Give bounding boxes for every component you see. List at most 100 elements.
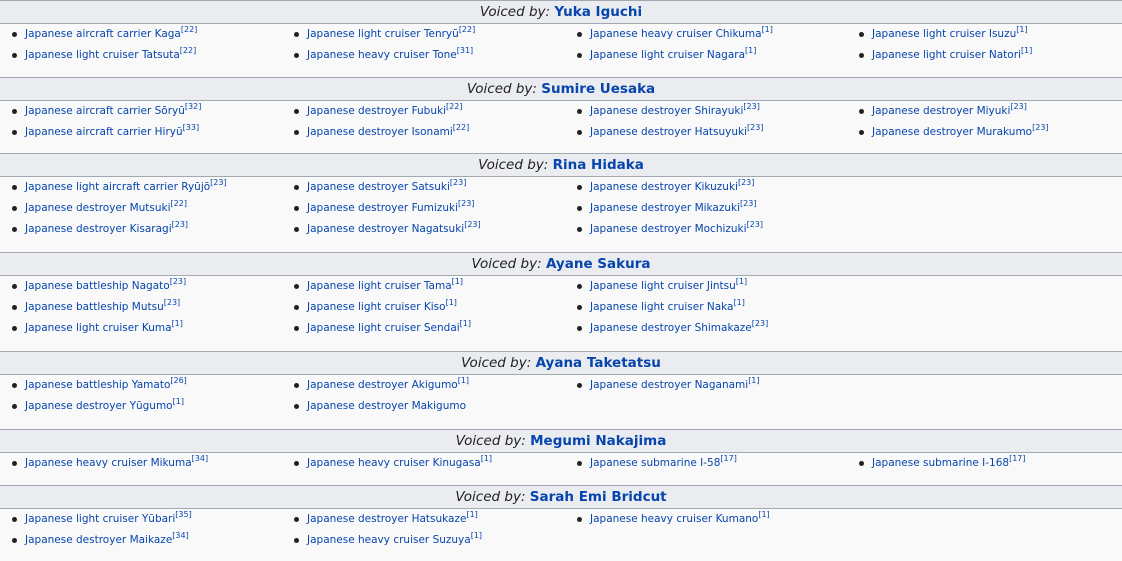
- ship-link[interactable]: Japanese destroyer Yūgumo: [25, 400, 173, 412]
- citation-link[interactable]: [23]: [458, 199, 474, 208]
- citation-link[interactable]: [22]: [181, 25, 197, 34]
- citation-link[interactable]: [23]: [747, 123, 763, 132]
- voice-actor-link[interactable]: Megumi Nakajima: [530, 433, 666, 449]
- ship-link[interactable]: Japanese destroyer Kikuzuki: [590, 181, 738, 193]
- citation-link[interactable]: [26]: [170, 376, 186, 385]
- ship-link[interactable]: Japanese aircraft carrier Sōryū: [25, 105, 185, 117]
- ship-link[interactable]: Japanese heavy cruiser Suzuya: [307, 534, 471, 546]
- ship-link[interactable]: Japanese destroyer Naganami: [590, 379, 748, 391]
- ship-link[interactable]: Japanese light cruiser Kuma: [25, 322, 172, 334]
- ship-link[interactable]: Japanese light cruiser Tenryū: [307, 28, 459, 40]
- citation-link[interactable]: [23]: [752, 319, 768, 328]
- ship-link[interactable]: Japanese destroyer Makigumo: [307, 400, 466, 412]
- ship-link[interactable]: Japanese light cruiser Natori: [872, 49, 1021, 61]
- citation-link[interactable]: [23]: [1010, 102, 1026, 111]
- citation-link[interactable]: [1]: [173, 397, 184, 406]
- ship-link[interactable]: Japanese heavy cruiser Mikuma: [25, 457, 192, 469]
- ship-link[interactable]: Japanese destroyer Nagatsuki: [307, 223, 464, 235]
- ship-link[interactable]: Japanese destroyer Satsuki: [307, 181, 450, 193]
- citation-link[interactable]: [23]: [740, 199, 756, 208]
- citation-link[interactable]: [1]: [172, 319, 183, 328]
- citation-link[interactable]: [23]: [210, 178, 226, 187]
- citation-link[interactable]: [22]: [171, 199, 187, 208]
- ship-link[interactable]: Japanese destroyer Hatsukaze: [307, 513, 466, 525]
- ship-link[interactable]: Japanese destroyer Miyuki: [872, 105, 1010, 117]
- ship-link[interactable]: Japanese battleship Yamato: [25, 379, 170, 391]
- citation-link[interactable]: [23]: [464, 220, 480, 229]
- citation-link[interactable]: [23]: [164, 298, 180, 307]
- ship-link[interactable]: Japanese light aircraft carrier Ryūjō: [25, 181, 210, 193]
- citation-link[interactable]: [31]: [457, 46, 473, 55]
- citation-link[interactable]: [23]: [738, 178, 754, 187]
- citation-link[interactable]: [35]: [175, 510, 191, 519]
- ship-link[interactable]: Japanese light cruiser Tatsuta: [25, 49, 180, 61]
- citation-link[interactable]: [1]: [460, 319, 471, 328]
- ship-link[interactable]: Japanese light cruiser Sendai: [307, 322, 460, 334]
- citation-link[interactable]: [22]: [446, 102, 462, 111]
- citation-link[interactable]: [1]: [748, 376, 759, 385]
- citation-link[interactable]: [23]: [172, 220, 188, 229]
- ship-link[interactable]: Japanese light cruiser Tama: [307, 280, 452, 292]
- ship-link[interactable]: Japanese light cruiser Isuzu: [872, 28, 1016, 40]
- citation-link[interactable]: [1]: [458, 376, 469, 385]
- citation-link[interactable]: [17]: [1009, 454, 1025, 463]
- citation-link[interactable]: [1]: [452, 277, 463, 286]
- ship-link[interactable]: Japanese battleship Nagato: [25, 280, 170, 292]
- citation-link[interactable]: [22]: [453, 123, 469, 132]
- citation-link[interactable]: [22]: [180, 46, 196, 55]
- ship-link[interactable]: Japanese destroyer Shirayuki: [590, 105, 743, 117]
- citation-link[interactable]: [33]: [183, 123, 199, 132]
- ship-link[interactable]: Japanese light cruiser Yūbari: [25, 513, 175, 525]
- ship-link[interactable]: Japanese destroyer Isonami: [307, 126, 453, 138]
- ship-link[interactable]: Japanese destroyer Akigumo: [307, 379, 458, 391]
- ship-link[interactable]: Japanese submarine I-168: [872, 457, 1009, 469]
- ship-link[interactable]: Japanese destroyer Kisaragi: [25, 223, 172, 235]
- ship-link[interactable]: Japanese destroyer Maikaze: [25, 534, 172, 546]
- citation-link[interactable]: [1]: [745, 46, 756, 55]
- ship-link[interactable]: Japanese destroyer Fumizuki: [307, 202, 458, 214]
- citation-link[interactable]: [1]: [1021, 46, 1032, 55]
- voice-actor-link[interactable]: Sumire Uesaka: [541, 81, 655, 97]
- citation-link[interactable]: [22]: [459, 25, 475, 34]
- ship-link[interactable]: Japanese destroyer Mikazuki: [590, 202, 740, 214]
- citation-link[interactable]: [1]: [758, 510, 769, 519]
- citation-link[interactable]: [34]: [172, 531, 188, 540]
- citation-link[interactable]: [1]: [762, 25, 773, 34]
- citation-link[interactable]: [1]: [446, 298, 457, 307]
- ship-link[interactable]: Japanese battleship Mutsu: [25, 301, 164, 313]
- ship-link[interactable]: Japanese aircraft carrier Hiryū: [25, 126, 183, 138]
- voice-actor-link[interactable]: Sarah Emi Bridcut: [530, 489, 667, 505]
- ship-link[interactable]: Japanese submarine I-58: [590, 457, 720, 469]
- voice-actor-link[interactable]: Rina Hidaka: [553, 157, 644, 173]
- citation-link[interactable]: [23]: [1032, 123, 1048, 132]
- citation-link[interactable]: [32]: [185, 102, 201, 111]
- voice-actor-link[interactable]: Ayana Taketatsu: [536, 355, 661, 371]
- ship-link[interactable]: Japanese light cruiser Naka: [590, 301, 734, 313]
- ship-link[interactable]: Japanese heavy cruiser Kumano: [590, 513, 758, 525]
- ship-link[interactable]: Japanese destroyer Mochizuki: [590, 223, 747, 235]
- ship-link[interactable]: Japanese heavy cruiser Chikuma: [590, 28, 762, 40]
- citation-link[interactable]: [34]: [192, 454, 208, 463]
- ship-link[interactable]: Japanese light cruiser Jintsu: [590, 280, 736, 292]
- ship-link[interactable]: Japanese destroyer Shimakaze: [590, 322, 752, 334]
- citation-link[interactable]: [1]: [1016, 25, 1027, 34]
- ship-link[interactable]: Japanese destroyer Mutsuki: [25, 202, 171, 214]
- citation-link[interactable]: [1]: [734, 298, 745, 307]
- citation-link[interactable]: [23]: [170, 277, 186, 286]
- citation-link[interactable]: [23]: [747, 220, 763, 229]
- citation-link[interactable]: [1]: [466, 510, 477, 519]
- ship-link[interactable]: Japanese heavy cruiser Tone: [307, 49, 457, 61]
- ship-link[interactable]: Japanese destroyer Murakumo: [872, 126, 1032, 138]
- ship-link[interactable]: Japanese light cruiser Nagara: [590, 49, 745, 61]
- ship-link[interactable]: Japanese destroyer Hatsuyuki: [590, 126, 747, 138]
- ship-link[interactable]: Japanese light cruiser Kiso: [307, 301, 446, 313]
- citation-link[interactable]: [23]: [743, 102, 759, 111]
- citation-link[interactable]: [1]: [471, 531, 482, 540]
- ship-link[interactable]: Japanese aircraft carrier Kaga: [25, 28, 181, 40]
- citation-link[interactable]: [1]: [481, 454, 492, 463]
- citation-link[interactable]: [1]: [736, 277, 747, 286]
- ship-link[interactable]: Japanese heavy cruiser Kinugasa: [307, 457, 481, 469]
- voice-actor-link[interactable]: Yuka Iguchi: [554, 4, 642, 20]
- ship-link[interactable]: Japanese destroyer Fubuki: [307, 105, 446, 117]
- citation-link[interactable]: [17]: [720, 454, 736, 463]
